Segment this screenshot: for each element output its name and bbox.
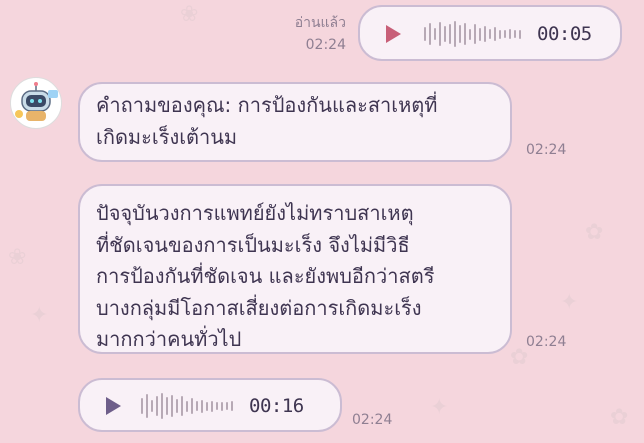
bot-avatar-icon[interactable] [10, 77, 62, 129]
message-time: 02:24 [526, 142, 567, 158]
message-time: 02:24 [305, 37, 346, 53]
audio-bubble[interactable]: 00:05 [358, 5, 622, 61]
audio-duration: 00:05 [537, 23, 592, 45]
audio-duration: 00:16 [249, 395, 304, 417]
play-icon[interactable] [386, 25, 401, 43]
background-sparkle-icon: ✦ [560, 290, 579, 315]
message-time: 02:24 [352, 412, 393, 428]
background-flower-icon: ✿ [585, 220, 604, 245]
message-text: คำถามของคุณ: การป้องกันและสาเหตุที่ เกิด… [96, 93, 438, 149]
text-bubble: คำถามของคุณ: การป้องกันและสาเหตุที่ เกิด… [78, 82, 512, 162]
message-text: ปัจจุบันวงการแพทย์ยังไม่ทราบสาเหตุ ที่ชั… [96, 201, 435, 352]
message-time: 02:24 [526, 334, 567, 350]
audio-waveform[interactable] [424, 20, 521, 48]
background-sparkle-icon: ✦ [430, 395, 449, 420]
text-bubble: ปัจจุบันวงการแพทย์ยังไม่ทราบสาเหตุ ที่ชั… [78, 184, 512, 354]
background-flower-icon: ❀ [180, 2, 199, 27]
play-icon[interactable] [106, 397, 121, 415]
read-status: อ่านแล้ว [294, 15, 346, 31]
background-sparkle-icon: ✦ [30, 303, 49, 328]
background-flower-icon: ✿ [610, 405, 629, 430]
audio-bubble[interactable]: 00:16 [78, 378, 342, 432]
background-flower-icon: ❀ [8, 245, 27, 270]
audio-waveform[interactable] [141, 392, 233, 420]
